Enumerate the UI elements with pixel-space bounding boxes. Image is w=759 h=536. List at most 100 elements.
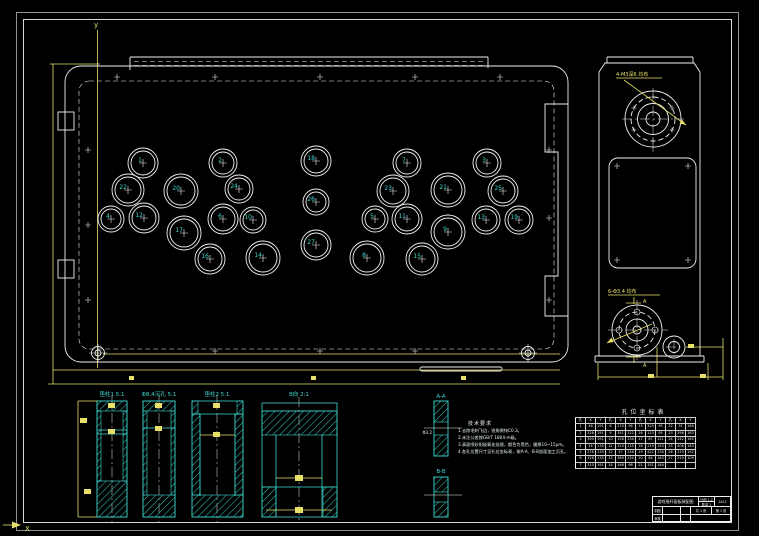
cut-aa-label: A-A xyxy=(436,394,446,400)
coord-cell: 310 xyxy=(585,461,596,470)
hole-marker: 18 xyxy=(300,145,332,177)
coord-cell: 164 xyxy=(655,461,666,470)
hole-marker: 4 xyxy=(97,205,125,233)
top-detail-label: 4-M3深6 均布 xyxy=(616,71,648,78)
hole-marker: 26 xyxy=(302,188,330,216)
side-window xyxy=(608,157,697,269)
hole-number: 16 xyxy=(201,253,209,260)
section-views: 垫柱1 5:1 Φ8.4沉孔 5:1 垫柱2 5:1 B向 2:1 xyxy=(77,390,338,523)
main-dimensions xyxy=(48,63,560,385)
cut-strips: A-A Φ3.2 B-B xyxy=(422,394,462,518)
hole-marker: 2 xyxy=(208,148,238,178)
hole-marker: 14 xyxy=(245,240,281,276)
hole-marker: 13 xyxy=(471,205,501,235)
coord-table: 孔 X Y 孔 X Y 孔 X Y 孔 X Y 1 46 191 8 270 96 15 325 95 22 31 164 2 1… xyxy=(575,416,696,470)
section-view-1: 垫柱1 5:1 xyxy=(77,390,128,523)
hole-marker: 21 xyxy=(430,172,466,208)
hole-number: 11 xyxy=(398,213,406,220)
hole-marker: 11 xyxy=(391,203,423,235)
hole-marker: 8 xyxy=(349,240,385,276)
material-field: 2A12 xyxy=(715,497,731,507)
section-4-label: B向 2:1 xyxy=(289,390,309,398)
section-2-label: Φ8.4沉孔 5:1 xyxy=(142,390,177,398)
sheet-total-field: 共 1 张 xyxy=(691,507,712,515)
hole-marker: 12 xyxy=(128,202,160,234)
hole-number: 2 xyxy=(218,157,222,164)
side-view: 4-M3深6 均布 6-Φ3.4 均布 A A xyxy=(594,56,724,380)
x-axis-label: X xyxy=(25,525,30,533)
hole-marker: 15 xyxy=(405,242,439,276)
y-axis-label: y xyxy=(94,21,98,29)
hole-number: 7 xyxy=(402,157,406,164)
ucs-axis: y X xyxy=(3,21,98,533)
hole-number: 27 xyxy=(307,239,315,246)
hole-marker: 10 xyxy=(239,206,267,234)
main-view: 1 222 20 244 12 6 101716 141826277 323 21 255 11 13 1… xyxy=(57,56,569,372)
hole-number: 25 xyxy=(494,185,502,192)
bottom-connector-detail: 6-Φ3.4 均布 A A xyxy=(606,288,668,369)
hole-number: 6 xyxy=(218,213,222,220)
hole-marker: 23 xyxy=(376,174,410,208)
hole-number: 4 xyxy=(106,213,110,220)
coord-cell: 166 xyxy=(615,461,626,470)
coord-cell xyxy=(675,461,686,470)
coord-table-title: 孔位坐标表 xyxy=(621,409,667,416)
hole-marker: 7 xyxy=(392,148,422,178)
hole-marker: 3 xyxy=(472,148,502,178)
hole-marker: 27 xyxy=(300,229,332,261)
holes-layer: 1 222 20 244 12 6 101716 141826277 323 21 255 11 13 1… xyxy=(89,145,537,362)
cut-bb-label: B-B xyxy=(436,469,446,475)
hole-marker: 17 xyxy=(166,215,202,251)
hole-marker: 20 xyxy=(163,173,199,209)
hole-number: 14 xyxy=(254,252,262,259)
hole-number: 1 xyxy=(138,157,142,164)
drawn-label: 制图 xyxy=(653,507,663,515)
section-3-label: 垫柱2 5:1 xyxy=(204,390,229,398)
section-marker-a-top: A xyxy=(643,299,647,305)
drawing-title: 游戏摇杆面板装配图 xyxy=(653,497,699,507)
sheet-no-field: 第 1 张 xyxy=(712,507,731,515)
checked-label: 审核 xyxy=(653,515,663,523)
hole-number: 13 xyxy=(477,214,485,221)
hole-marker: 25 xyxy=(487,175,519,207)
hole-marker: 22 xyxy=(111,173,145,207)
coord-cell xyxy=(665,461,676,470)
hole-number: 15 xyxy=(413,253,421,260)
cut-aa-note: Φ3.2 xyxy=(422,430,432,435)
corner-hole-marker xyxy=(519,344,537,362)
hole-marker: 24 xyxy=(224,174,254,204)
top-connector-detail: 4-M3深6 均布 xyxy=(616,71,687,152)
coord-cell xyxy=(685,461,696,470)
coord-cell: 351 xyxy=(645,461,656,470)
hole-number: 20 xyxy=(172,185,180,192)
hole-number: 22 xyxy=(119,184,127,191)
hole-number: 5 xyxy=(370,213,374,220)
hole-number: 24 xyxy=(230,183,238,190)
hole-marker: 9 xyxy=(430,214,466,250)
hole-marker: 16 xyxy=(194,243,226,275)
bottom-detail-label: 6-Φ3.4 均布 xyxy=(608,288,636,295)
hole-number: 18 xyxy=(307,155,315,162)
coord-cell: 96 xyxy=(625,461,636,470)
coord-cell: 191 xyxy=(595,461,606,470)
title-block: 游戏摇杆面板装配图 比例 1:2 数量 1 2A12 制图 共 1 张 第 1 … xyxy=(652,496,732,523)
section-marker-a-bottom: A xyxy=(643,363,647,369)
hole-number: 12 xyxy=(135,212,143,219)
hole-number: 17 xyxy=(175,227,183,234)
hole-number: 21 xyxy=(439,184,447,191)
hole-number: 26 xyxy=(307,196,315,203)
hole-number: 10 xyxy=(244,214,252,221)
section-view-4: B向 2:1 xyxy=(261,390,338,523)
coord-cell: 21 xyxy=(635,461,646,470)
hole-number: 23 xyxy=(384,185,392,192)
hole-number: 9 xyxy=(443,226,447,233)
section-view-2: Φ8.4沉孔 5:1 xyxy=(142,390,177,523)
corner-hole-marker xyxy=(89,344,107,362)
hole-number: 3 xyxy=(482,157,486,164)
side-small-hole xyxy=(662,335,686,359)
cad-viewport[interactable]: y X 1 2 22 20 24 4 12 6 10 17 16 14 18 26 27 7 3 23 21 25 5 1… xyxy=(0,0,759,536)
hole-number: 8 xyxy=(362,252,366,259)
hole-number: 19 xyxy=(510,214,518,221)
hole-marker: 6 xyxy=(207,203,239,235)
coord-cell: 7 xyxy=(575,461,586,470)
